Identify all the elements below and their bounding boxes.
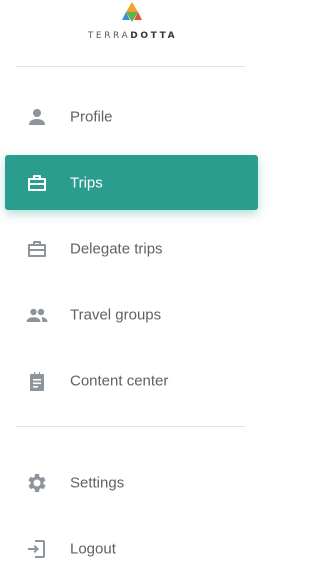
person-icon xyxy=(25,105,49,129)
logout-icon xyxy=(25,537,49,561)
sidebar-item-label: Travel groups xyxy=(70,306,162,323)
brand-name-prefix: TERRA xyxy=(87,31,131,41)
clipboard-icon xyxy=(25,369,49,393)
brand-name-suffix: DOTTA xyxy=(130,31,178,41)
sidebar: TERRADOTTA Profile Trips Delegate trips … xyxy=(0,0,265,567)
sidebar-item-trips[interactable]: Trips xyxy=(5,155,258,210)
sidebar-item-profile[interactable]: Profile xyxy=(5,89,258,144)
divider-top xyxy=(16,66,245,67)
brand-logo[interactable]: TERRADOTTA xyxy=(0,0,265,60)
briefcase-icon xyxy=(25,171,49,195)
sidebar-item-label: Profile xyxy=(70,108,113,125)
gear-icon xyxy=(25,471,49,495)
sidebar-item-label: Settings xyxy=(70,474,125,491)
sidebar-item-label: Logout xyxy=(70,540,116,557)
brand-wordmark: TERRADOTTA xyxy=(0,31,265,41)
sidebar-item-label: Content center xyxy=(70,372,169,389)
people-icon xyxy=(25,303,49,327)
sidebar-item-label: Delegate trips xyxy=(70,240,163,257)
briefcase-icon xyxy=(25,237,49,261)
divider-bottom xyxy=(16,426,245,427)
sidebar-item-delegate-trips[interactable]: Delegate trips xyxy=(5,221,258,276)
terradotta-logo-icon xyxy=(122,2,142,22)
sidebar-item-content-center[interactable]: Content center xyxy=(5,353,258,408)
sidebar-item-settings[interactable]: Settings xyxy=(5,455,258,510)
sidebar-item-logout[interactable]: Logout xyxy=(5,521,258,567)
sidebar-item-label: Trips xyxy=(70,174,103,191)
sidebar-item-travel-groups[interactable]: Travel groups xyxy=(5,287,258,342)
